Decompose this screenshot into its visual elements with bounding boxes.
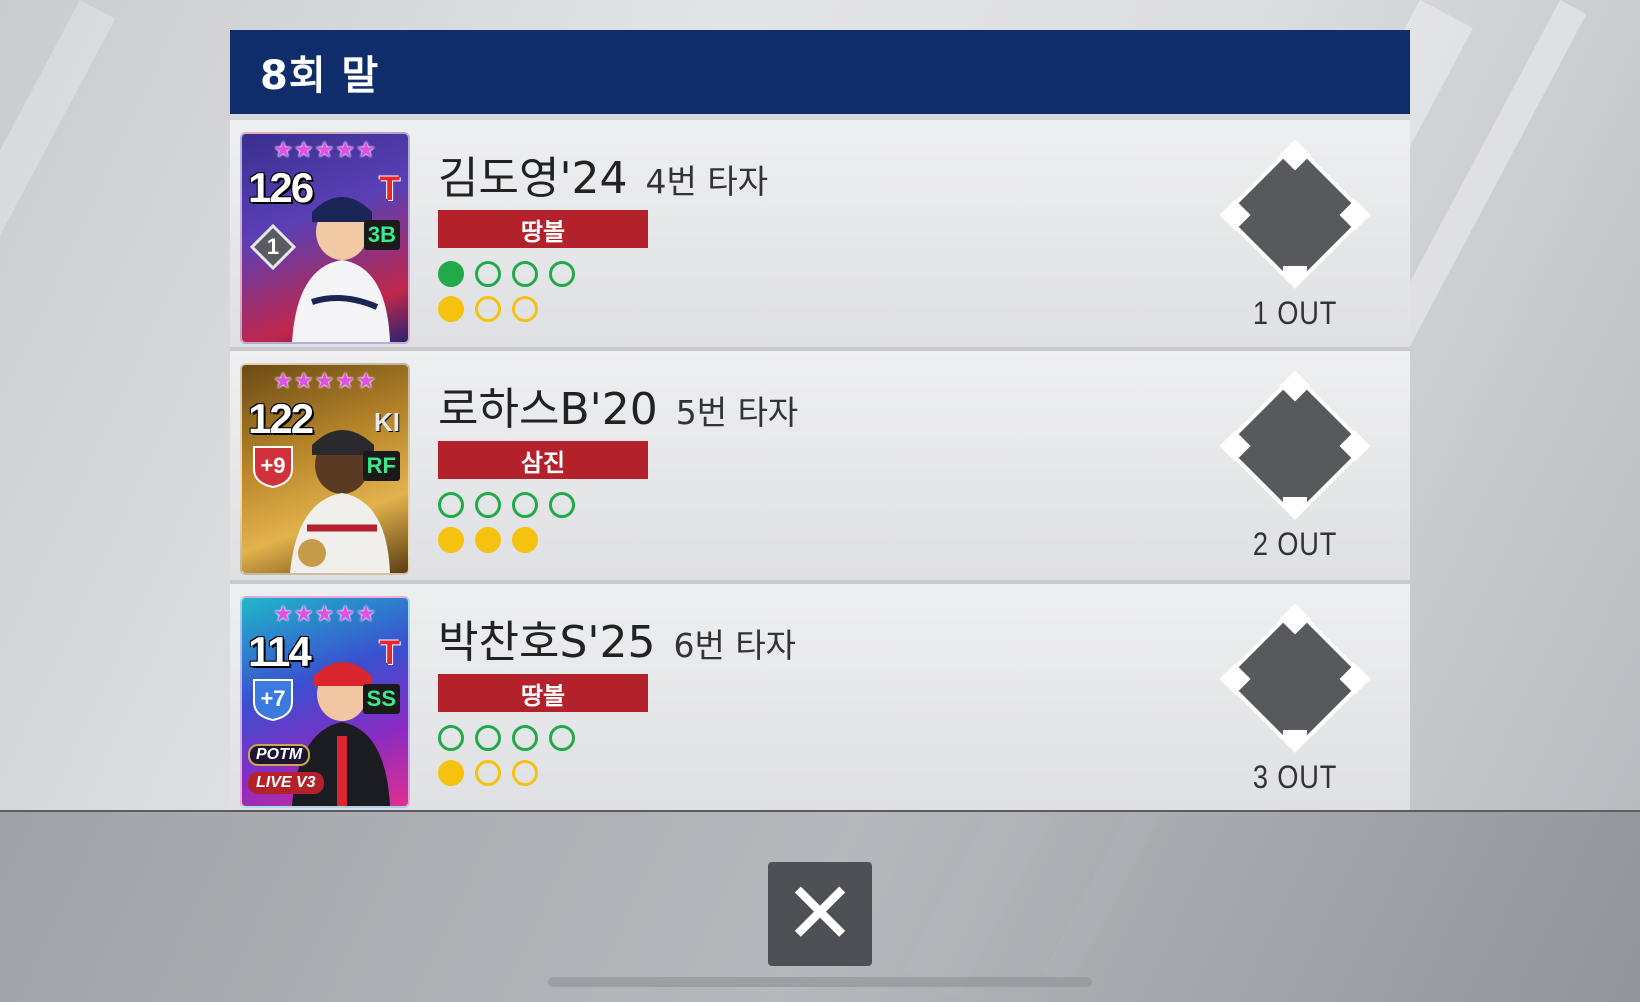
inning-header: 8회 말 xyxy=(230,30,1410,114)
overall-rating: 114 xyxy=(248,628,312,675)
at-bat-results-panel: 8회 말 ★★★★★ 126 T 3B 1 김도영'24 4번 타자 땅볼 1 … xyxy=(230,30,1410,812)
ball-dot xyxy=(512,725,538,751)
strike-dot xyxy=(512,296,538,322)
star-rating: ★★★★★ xyxy=(273,138,377,163)
player-name: 박찬호S'25 xyxy=(438,617,656,668)
batter-info: 로하스B'20 5번 타자 xyxy=(438,373,798,437)
base-diamond-icon xyxy=(1219,139,1371,290)
strike-dot xyxy=(438,296,464,322)
strike-dot xyxy=(512,760,538,786)
strike-dot xyxy=(475,760,501,786)
ball-count xyxy=(438,492,575,518)
ball-dot xyxy=(549,261,575,287)
team-logo-icon: T xyxy=(379,634,400,672)
batting-order: 4번 타자 xyxy=(645,162,769,201)
strike-dot xyxy=(438,527,464,553)
batter-row: ★★★★★ 122 KI RF +9 로하스B'20 5번 타자 삼진 2 OU… xyxy=(230,347,1410,580)
at-bat-result: 땅볼 xyxy=(438,674,648,712)
strike-dot xyxy=(475,527,501,553)
potm-tag: POTM xyxy=(248,744,311,766)
team-logo-icon: T xyxy=(379,170,400,208)
ball-dot xyxy=(475,261,501,287)
player-card[interactable]: ★★★★★ 114 T SS +7 POTM LIVE V3 xyxy=(240,596,410,808)
inning-title: 8회 말 xyxy=(260,53,380,99)
strike-dot xyxy=(512,527,538,553)
strike-count xyxy=(438,760,538,786)
out-count: 3 OUT xyxy=(1252,759,1338,795)
ball-dot xyxy=(549,725,575,751)
upgrade-badge-icon: +7 xyxy=(250,676,296,722)
strike-dot xyxy=(438,760,464,786)
strike-dot xyxy=(475,296,501,322)
out-count: 2 OUT xyxy=(1252,526,1338,562)
batting-order: 5번 타자 xyxy=(675,393,799,432)
ball-dot xyxy=(475,725,501,751)
home-indicator[interactable] xyxy=(548,977,1092,987)
ball-dot xyxy=(438,725,464,751)
at-bat-result: 땅볼 xyxy=(438,210,648,248)
strike-count xyxy=(438,527,538,553)
ball-dot xyxy=(512,492,538,518)
out-count: 1 OUT xyxy=(1252,295,1338,331)
batter-row: ★★★★★ 126 T 3B 1 김도영'24 4번 타자 땅볼 1 OUT xyxy=(230,114,1410,347)
batting-order: 6번 타자 xyxy=(673,626,797,665)
batter-info: 박찬호S'25 6번 타자 xyxy=(438,606,796,670)
close-button[interactable]: ✕ xyxy=(768,862,872,966)
batter-info: 김도영'24 4번 타자 xyxy=(438,142,768,206)
position-badge: SS xyxy=(362,684,400,714)
ball-dot xyxy=(475,492,501,518)
upgrade-badge-icon: 1 xyxy=(250,224,296,270)
strike-count xyxy=(438,296,538,322)
overall-rating: 122 xyxy=(248,395,314,442)
base-diamond-icon xyxy=(1219,370,1371,521)
ball-dot xyxy=(512,261,538,287)
overall-rating: 126 xyxy=(248,164,314,211)
star-rating: ★★★★★ xyxy=(273,369,377,394)
position-badge: RF xyxy=(362,451,400,481)
upgrade-level: +9 xyxy=(260,453,286,478)
ball-dot xyxy=(549,492,575,518)
upgrade-level: +7 xyxy=(260,686,286,711)
ball-dot xyxy=(438,492,464,518)
live-version-tag: LIVE V3 xyxy=(248,772,324,794)
team-logo-icon: KI xyxy=(374,407,400,437)
base-diamond-icon xyxy=(1219,603,1371,754)
ball-count xyxy=(438,261,575,287)
upgrade-badge-icon: +9 xyxy=(250,443,296,489)
player-name: 김도영'24 xyxy=(438,153,628,204)
player-card[interactable]: ★★★★★ 122 KI RF +9 xyxy=(240,363,410,575)
ball-count xyxy=(438,725,575,751)
ball-dot xyxy=(438,261,464,287)
upgrade-level: 1 xyxy=(266,234,280,259)
star-rating: ★★★★★ xyxy=(273,602,377,627)
close-icon: ✕ xyxy=(783,864,857,964)
batter-row: ★★★★★ 114 T SS +7 POTM LIVE V3 박찬호S'25 6… xyxy=(230,580,1410,812)
at-bat-result: 삼진 xyxy=(438,441,648,479)
background-streak xyxy=(0,0,116,637)
player-card[interactable]: ★★★★★ 126 T 3B 1 xyxy=(240,132,410,344)
position-badge: 3B xyxy=(363,220,400,250)
player-name: 로하스B'20 xyxy=(438,384,658,435)
